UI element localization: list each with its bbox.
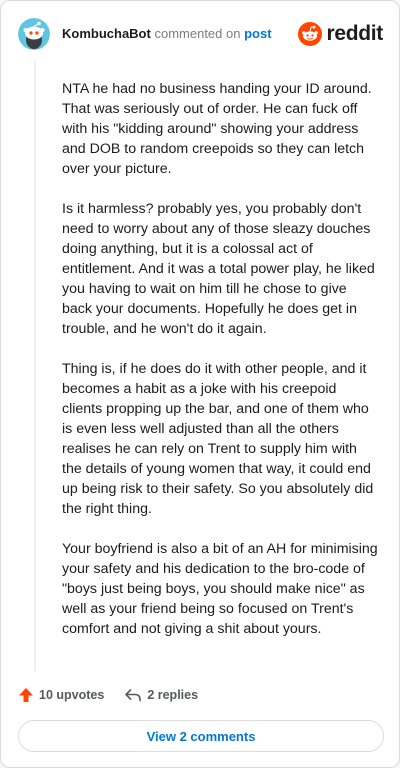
reddit-logo-icon (298, 22, 323, 46)
comment-paragraph: Thing is, if he does do it with other pe… (62, 361, 374, 517)
comment-header: KombuchaBot commented on post reddit (18, 18, 383, 50)
comment-paragraph: Your boyfriend is also a bit of an AH fo… (62, 541, 378, 637)
comment-paragraph: NTA he had no business handing your ID a… (62, 81, 372, 177)
replies-button[interactable]: 2 replies (124, 687, 198, 703)
comment-meta: KombuchaBot commented on post (62, 26, 272, 42)
snoo-avatar-icon[interactable] (18, 18, 50, 50)
thread-line[interactable] (34, 61, 36, 671)
upvote-count: 10 upvotes (39, 688, 105, 702)
reply-arrow-icon (125, 689, 142, 702)
comment-body: NTA he had no business handing your ID a… (62, 79, 380, 659)
comment-action-text: commented on (154, 26, 241, 41)
reply-count: 2 replies (147, 688, 199, 702)
upvote-arrow-icon (19, 688, 33, 702)
reddit-logo[interactable]: reddit (298, 22, 383, 46)
author-name[interactable]: KombuchaBot (62, 26, 151, 41)
comment-footer: 10 upvotes 2 replies (18, 685, 198, 705)
view-comments-button[interactable]: View 2 comments (18, 720, 384, 752)
post-link[interactable]: post (244, 26, 271, 41)
upvote-button[interactable]: 10 upvotes (18, 687, 104, 703)
comment-card: KombuchaBot commented on post reddit NTA… (0, 0, 400, 768)
comment-paragraph: Is it harmless? probably yes, you probab… (62, 201, 375, 337)
reddit-wordmark: reddit (326, 22, 383, 45)
